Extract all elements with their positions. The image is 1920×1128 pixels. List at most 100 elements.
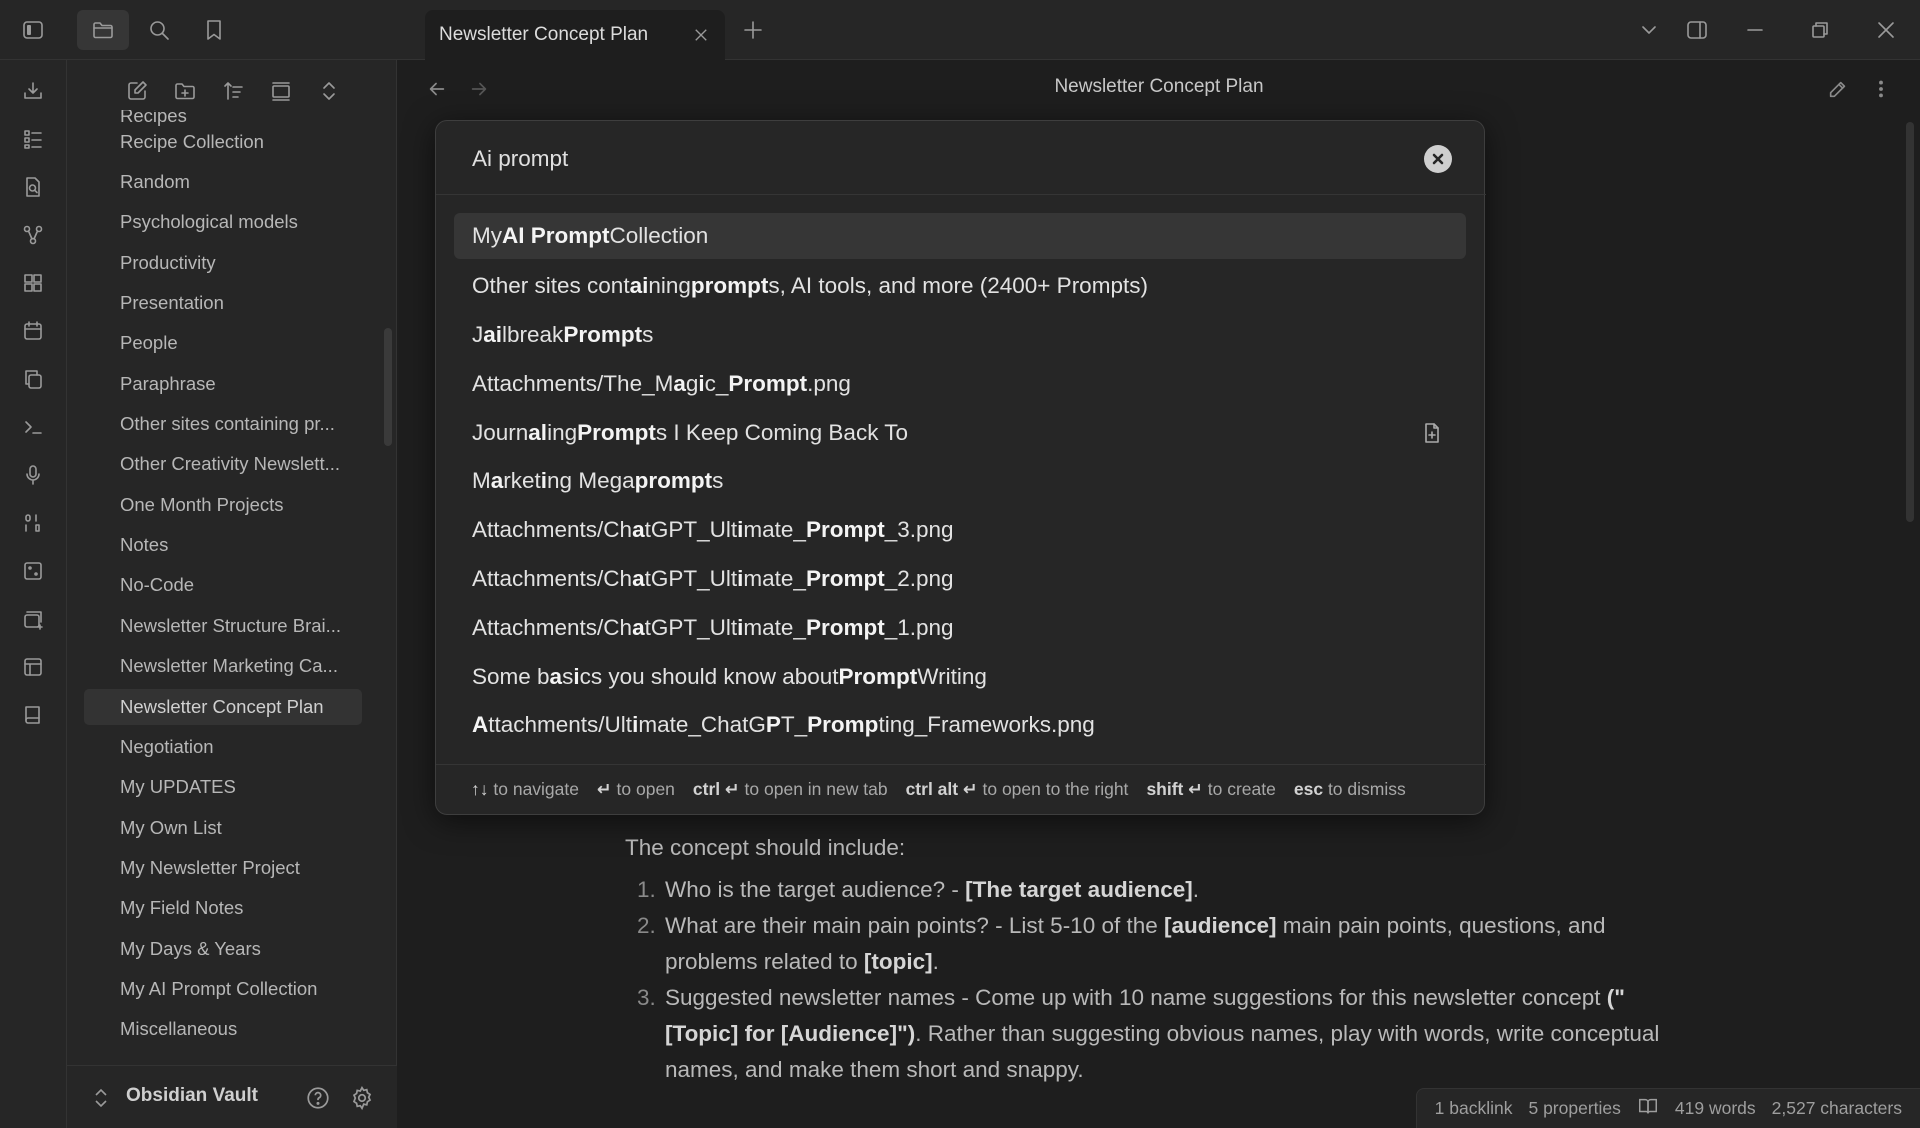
dice-icon[interactable] [20,558,46,584]
text-segment: Other sites cont [472,273,630,299]
file-item-my-days-years[interactable]: My Days & Years [84,931,362,967]
editor-scrollbar[interactable] [1906,122,1914,522]
reading-mode-book-icon[interactable] [1637,1095,1659,1122]
new-note-icon[interactable] [122,76,152,106]
vault-switcher: Obsidian Vault [67,1065,397,1128]
right-sidebar-toggle-icon[interactable] [1680,13,1714,47]
close-window-icon[interactable] [1869,13,1903,47]
switcher-result-item[interactable]: Attachments/Ch a tGPT_Ult i mate_ Prompt _1.pn… [454,603,1466,652]
search-icon[interactable] [142,13,176,47]
hint-key: shift ↵ [1146,779,1208,799]
graph-view-icon[interactable] [20,222,46,248]
list-item: 2. What are their main pain points? - Lis… [625,908,1685,980]
properties-count[interactable]: 5 properties [1528,1098,1620,1119]
settings-gear-icon[interactable] [347,1083,377,1113]
switcher-instructions: ↑↓ to navigate ↵ to open ctrl ↵ to open in… [436,764,1486,814]
hint-key: ctrl ↵ [692,779,745,799]
more-options-icon[interactable] [1868,76,1894,102]
file-item-my-field-notes[interactable]: My Field Notes [84,890,362,926]
switcher-result-item[interactable]: Other sites cont ai ning prompt s, AI tools… [454,262,1466,311]
copy-icon[interactable] [20,366,46,392]
auto-reveal-icon[interactable] [266,76,296,106]
help-icon[interactable] [303,1083,333,1113]
file-item-one-month-projects[interactable]: One Month Projects [84,487,362,523]
terminal-icon[interactable] [20,414,46,440]
switcher-result-item[interactable]: Some b a s i cs you should know about Prompt… [454,652,1466,701]
sidebar-toggle-icon[interactable] [16,13,50,47]
file-search-icon[interactable] [20,174,46,200]
text-segment: g [685,370,699,396]
text-segment: s [562,663,574,689]
text-segment: rket [503,468,541,494]
file-item-newsletter-concept-plan[interactable]: Newsletter Concept Plan [84,689,362,725]
file-item-negotiation[interactable]: Negotiation [84,729,362,765]
match-highlight: A [472,712,489,738]
hint-text: to create [1207,779,1276,799]
vault-name[interactable]: Obsidian Vault [126,1085,258,1107]
binary-icon[interactable] [20,510,46,536]
instruction-hint: shift ↵ to create [1146,779,1275,800]
file-item-my-own-list[interactable]: My Own List [84,810,362,846]
file-item-recipe-collection[interactable]: Recipe Collection [84,124,362,160]
file-item-other-creativity[interactable]: Other Creativity Newslett... [84,446,362,482]
backlinks-count[interactable]: 1 backlink [1435,1098,1513,1119]
text-segment: s [712,468,724,494]
new-tab-icon[interactable] [736,13,770,47]
files-icon[interactable] [77,10,129,50]
file-item-paraphrase[interactable]: Paraphrase [84,366,362,402]
switcher-result-item[interactable]: Journ al i ng Prompt s I Keep Coming Back To [454,408,1466,457]
file-item-my-newsletter-project[interactable]: My Newsletter Project [84,850,362,886]
file-item-my-ai-prompt-collection[interactable]: My AI Prompt Collection [84,971,362,1007]
file-item-people[interactable]: People [84,325,362,361]
restore-icon[interactable] [1803,13,1837,47]
tab-newsletter-concept-plan[interactable]: Newsletter Concept Plan [425,10,725,60]
switcher-result-item[interactable]: Attachments/The_M a g i c_ Prompt .png [454,359,1466,408]
switcher-search-input[interactable] [472,141,1372,177]
file-item-notes[interactable]: Notes [84,527,362,563]
add-card-icon[interactable] [20,606,46,632]
file-item-miscellaneous[interactable]: Miscellaneous [84,1011,362,1047]
switcher-result-item[interactable]: Attachments/Ch a tGPT_Ult i mate_ Prompt _2.pn… [454,555,1466,604]
match-highlight: ai [483,321,503,347]
file-item-newsletter-structure[interactable]: Newsletter Structure Brai... [84,608,362,644]
file-item-no-code[interactable]: No-Code [84,567,362,603]
match-highlight: a [549,663,563,689]
switcher-result-item[interactable]: Ma rket i ng Mega prompt s [454,457,1466,506]
tab-close-icon[interactable] [691,25,711,45]
switcher-result-item[interactable]: Attachments/Ult i mate_ChatG P T_ Promp ting_F… [454,701,1466,750]
switcher-result-item[interactable]: Attachments/Ch a tGPT_Ult i mate_ Prompt _3.pn… [454,506,1466,555]
new-folder-icon[interactable] [170,76,200,106]
file-item-psychological-models[interactable]: Psychological models [84,204,362,240]
file-item-newsletter-marketing[interactable]: Newsletter Marketing Ca... [84,648,362,684]
file-item-random[interactable]: Random [84,164,362,200]
book-icon[interactable] [20,702,46,728]
calendar-icon[interactable] [20,318,46,344]
sort-icon[interactable] [218,76,248,106]
collapse-all-icon[interactable] [314,76,344,106]
file-item-other-sites[interactable]: Other sites containing pr... [84,406,362,442]
switcher-result-item[interactable]: Jai lbreak Prompt s [454,311,1466,360]
explorer-scrollbar[interactable] [384,328,392,446]
bookmark-icon[interactable] [197,13,231,47]
list-icon[interactable] [20,126,46,152]
file-item-my-updates[interactable]: My UPDATES [84,769,362,805]
edit-pencil-icon[interactable] [1825,76,1851,102]
file-list: Recipes Recipe Collection Random Psychol… [67,110,367,1062]
hint-text: to open to the right [982,779,1129,799]
switcher-result-item[interactable]: My AI Prompt Collection [454,213,1466,259]
match-highlight: al [528,419,548,445]
microphone-icon[interactable] [20,462,46,488]
file-item-presentation[interactable]: Presentation [84,285,362,321]
text-segment: Attachments/Ch [472,614,633,640]
file-plus-icon[interactable] [1420,421,1444,445]
match-highlight: a [490,468,504,494]
canvas-grid-icon[interactable] [20,270,46,296]
vault-chevron-icon[interactable] [91,1086,111,1110]
tab-list-chevron-icon[interactable] [1632,13,1666,47]
layout-icon[interactable] [20,654,46,680]
minimize-icon[interactable] [1738,13,1772,47]
inbox-import-icon[interactable] [20,78,46,104]
text-segment: Some b [472,663,550,689]
file-item-productivity[interactable]: Productivity [84,245,362,281]
clear-search-icon[interactable] [1424,145,1452,173]
